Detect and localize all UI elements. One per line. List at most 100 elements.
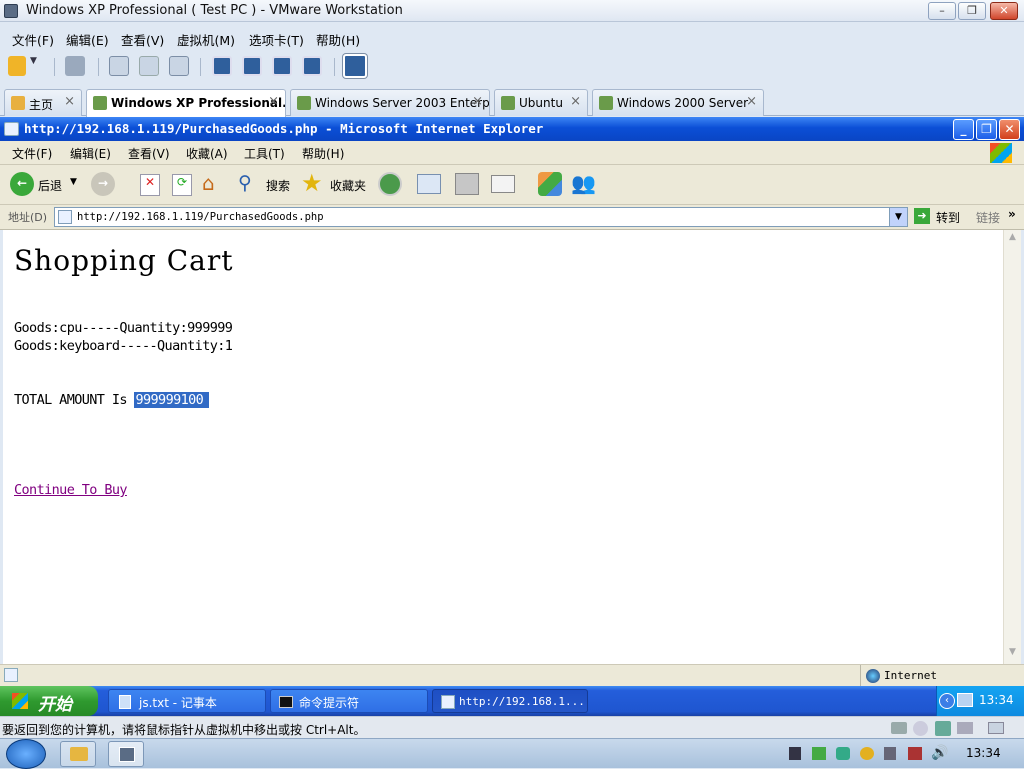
ie-menu-tools[interactable]: 工具(T) [244, 145, 285, 162]
tray-shield-icon[interactable] [812, 747, 826, 760]
tab-windows-2000[interactable]: Windows 2000 Server × [592, 89, 764, 116]
edit-icon[interactable] [491, 175, 515, 193]
address-dropdown-icon[interactable]: ▼ [889, 208, 907, 226]
full-screen-icon[interactable] [272, 56, 292, 76]
ie-window-title: http://192.168.1.119/PurchasedGoods.php … [24, 121, 544, 136]
cd-rom-icon[interactable] [913, 721, 928, 736]
page-content: Shopping Cart Goods:cpu-----Quantity:999… [3, 230, 1003, 664]
close-tab-icon[interactable]: × [746, 94, 757, 109]
close-tab-icon[interactable]: × [64, 94, 75, 109]
history-icon[interactable] [378, 172, 402, 196]
show-library-icon[interactable] [212, 56, 232, 76]
task-internet-explorer[interactable]: http://192.168.1... [432, 689, 588, 713]
task-command-prompt[interactable]: 命令提示符 [270, 689, 428, 713]
vertical-scrollbar[interactable]: ▲ ▼ [1003, 230, 1021, 664]
favorites-button[interactable]: 收藏夹 [330, 177, 366, 194]
menu-edit[interactable]: 编辑(E) [66, 30, 109, 49]
links-chevron-icon[interactable]: » [1008, 207, 1016, 221]
network-status-icon[interactable] [908, 747, 922, 760]
messenger-app-icon[interactable] [538, 172, 562, 196]
continue-link[interactable]: Continue To Buy [14, 482, 128, 498]
tab-windows-xp[interactable]: Windows XP Professional... × [86, 89, 286, 117]
go-button[interactable]: 转到 [936, 209, 960, 226]
mail-icon[interactable] [417, 174, 441, 194]
tray-film-icon[interactable] [789, 747, 801, 760]
explorer-pin[interactable] [60, 741, 96, 767]
ie-close-button[interactable]: ✕ [999, 119, 1020, 140]
ie-menu-favorites[interactable]: 收藏(A) [186, 145, 228, 162]
menu-vm[interactable]: 虚拟机(M) [177, 30, 235, 49]
close-tab-icon[interactable]: × [472, 94, 483, 109]
ie-title-bar: http://192.168.1.119/PurchasedGoods.php … [0, 117, 1024, 141]
thumbnail-bar-icon[interactable] [242, 56, 262, 76]
menu-help[interactable]: 帮助(H) [316, 30, 360, 49]
console-view-icon[interactable] [343, 54, 367, 78]
back-dropdown-icon[interactable]: ▼ [70, 177, 77, 187]
links-label[interactable]: 链接 [976, 209, 1000, 226]
tab-home[interactable]: 主页 × [4, 89, 82, 116]
close-tab-icon[interactable]: × [570, 94, 581, 109]
security-icon[interactable] [836, 747, 850, 760]
close-button[interactable]: ✕ [990, 2, 1018, 20]
vmware-menu-bar: 文件(F) 编辑(E) 查看(V) 虚拟机(M) 选项卡(T) 帮助(H) [0, 26, 1024, 50]
volume-icon[interactable]: 🔊 [931, 745, 948, 761]
back-arrow-icon[interactable]: ← [10, 172, 34, 196]
go-arrow-icon[interactable]: ➜ [914, 208, 930, 224]
forward-arrow-icon[interactable]: → [91, 172, 115, 196]
ie-menu-help[interactable]: 帮助(H) [302, 145, 344, 162]
menu-file[interactable]: 文件(F) [12, 30, 54, 49]
home-icon[interactable]: ⌂ [202, 172, 226, 196]
revert-snapshot-icon[interactable] [139, 56, 159, 76]
pause-icon[interactable] [8, 56, 26, 76]
scroll-down-icon[interactable]: ▼ [1005, 647, 1020, 662]
send-ctrl-alt-del-icon[interactable] [65, 56, 85, 76]
ie-restore-button[interactable]: ❐ [976, 119, 997, 140]
vmware-pin[interactable] [108, 741, 144, 767]
host-start-orb[interactable] [6, 739, 46, 769]
close-tab-icon[interactable]: × [268, 94, 279, 109]
start-label: 开始 [38, 695, 72, 715]
favorites-star-icon[interactable]: ★ [301, 171, 327, 197]
messenger-people-icon[interactable]: 👥 [571, 172, 596, 196]
address-input[interactable]: http://192.168.1.119/PurchasedGoods.php … [54, 207, 908, 227]
search-button[interactable]: 搜索 [266, 177, 290, 194]
tray-app-icon[interactable] [860, 747, 874, 760]
power-dropdown-icon[interactable]: ▼ [30, 56, 40, 76]
minimize-button[interactable]: – [928, 2, 956, 20]
task-notepad[interactable]: js.txt - 记事本 [108, 689, 266, 713]
ie-menu-bar: 文件(F) 编辑(E) 查看(V) 收藏(A) 工具(T) 帮助(H) [0, 141, 1024, 165]
vm-tab-bar: 主页 × Windows XP Professional... × Window… [0, 88, 1024, 117]
network-adapter-icon[interactable] [935, 721, 951, 736]
refresh-icon[interactable]: ⟳ [172, 174, 192, 196]
ie-menu-edit[interactable]: 编辑(E) [70, 145, 111, 162]
usb-icon[interactable] [957, 722, 973, 734]
snapshot-manager-icon[interactable] [169, 56, 189, 76]
tab-ubuntu[interactable]: Ubuntu × [494, 89, 588, 116]
network-icon[interactable] [957, 693, 973, 707]
page-status-icon [4, 668, 18, 682]
clipboard-icon[interactable] [884, 747, 896, 760]
vmware-window-title: Windows XP Professional ( Test PC ) - VM… [26, 3, 403, 18]
back-button[interactable]: 后退 [38, 177, 62, 194]
tray-expand-icon[interactable]: ‹ [939, 693, 955, 709]
stop-icon[interactable]: ✕ [140, 174, 160, 196]
search-icon[interactable]: ⚲ [238, 172, 262, 196]
unity-icon[interactable] [302, 56, 322, 76]
menu-view[interactable]: 查看(V) [121, 30, 164, 49]
vm-icon [297, 96, 311, 110]
scroll-up-icon[interactable]: ▲ [1005, 232, 1020, 247]
menu-tabs[interactable]: 选项卡(T) [249, 30, 304, 49]
ie-minimize-button[interactable]: _ [953, 119, 974, 140]
ie-icon [441, 695, 455, 709]
windows-flag-icon [12, 693, 28, 709]
ie-menu-file[interactable]: 文件(F) [12, 145, 52, 162]
ie-menu-view[interactable]: 查看(V) [128, 145, 170, 162]
page-title: Shopping Cart [14, 244, 234, 277]
message-log-icon[interactable] [988, 722, 1004, 734]
maximize-button[interactable]: ❐ [958, 2, 986, 20]
start-button[interactable]: 开始 [0, 686, 98, 716]
hard-disk-icon[interactable] [891, 722, 907, 734]
snapshot-icon[interactable] [109, 56, 129, 76]
print-icon[interactable] [455, 173, 479, 195]
tab-windows-server-2003[interactable]: Windows Server 2003 Enterpr... × [290, 89, 490, 116]
